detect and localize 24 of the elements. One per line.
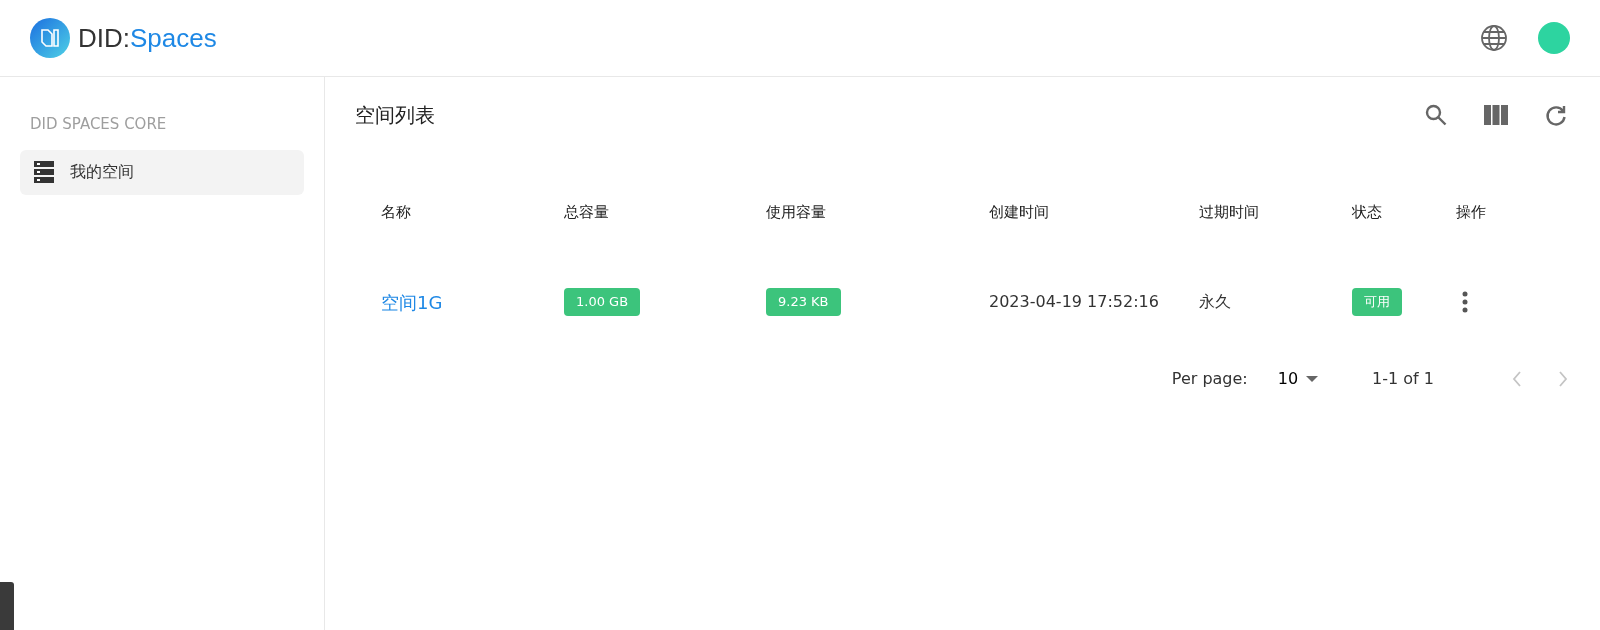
status-tag: 可用: [1352, 288, 1402, 316]
usage-tag: 9.23 KB: [766, 288, 841, 316]
column-header: 使用容量: [766, 201, 826, 223]
column-header: 状态: [1352, 201, 1382, 223]
side-handle[interactable]: [0, 582, 14, 630]
per-page-select[interactable]: 10: [1271, 361, 1325, 397]
section-title: DID SPACES CORE: [30, 114, 168, 135]
logo-icon: [30, 18, 70, 58]
server-icon: [34, 161, 54, 183]
column-header: 操作: [1456, 201, 1486, 223]
column-header: 过期时间: [1199, 201, 1259, 223]
caret-icon: [1306, 376, 1319, 382]
space-name-link[interactable]: 空间1G: [381, 288, 443, 316]
expiry-text: 永久: [1199, 291, 1231, 313]
page-range: 1-1 of 1: [1372, 368, 1434, 390]
capacity-tag: 1.00 GB: [564, 288, 641, 316]
column-header: 总容量: [564, 201, 609, 223]
brand-name: DID:Spaces: [78, 21, 217, 55]
column-header: 创建时间: [989, 201, 1049, 223]
page-title: 空间列表: [355, 102, 435, 129]
created-time: 2023-04-19 17:52:16: [989, 291, 1159, 313]
column-header: 名称: [381, 201, 411, 223]
sidebar-item[interactable]: 我的空间: [20, 149, 304, 195]
per-page-label: Per page:: [1171, 368, 1248, 390]
